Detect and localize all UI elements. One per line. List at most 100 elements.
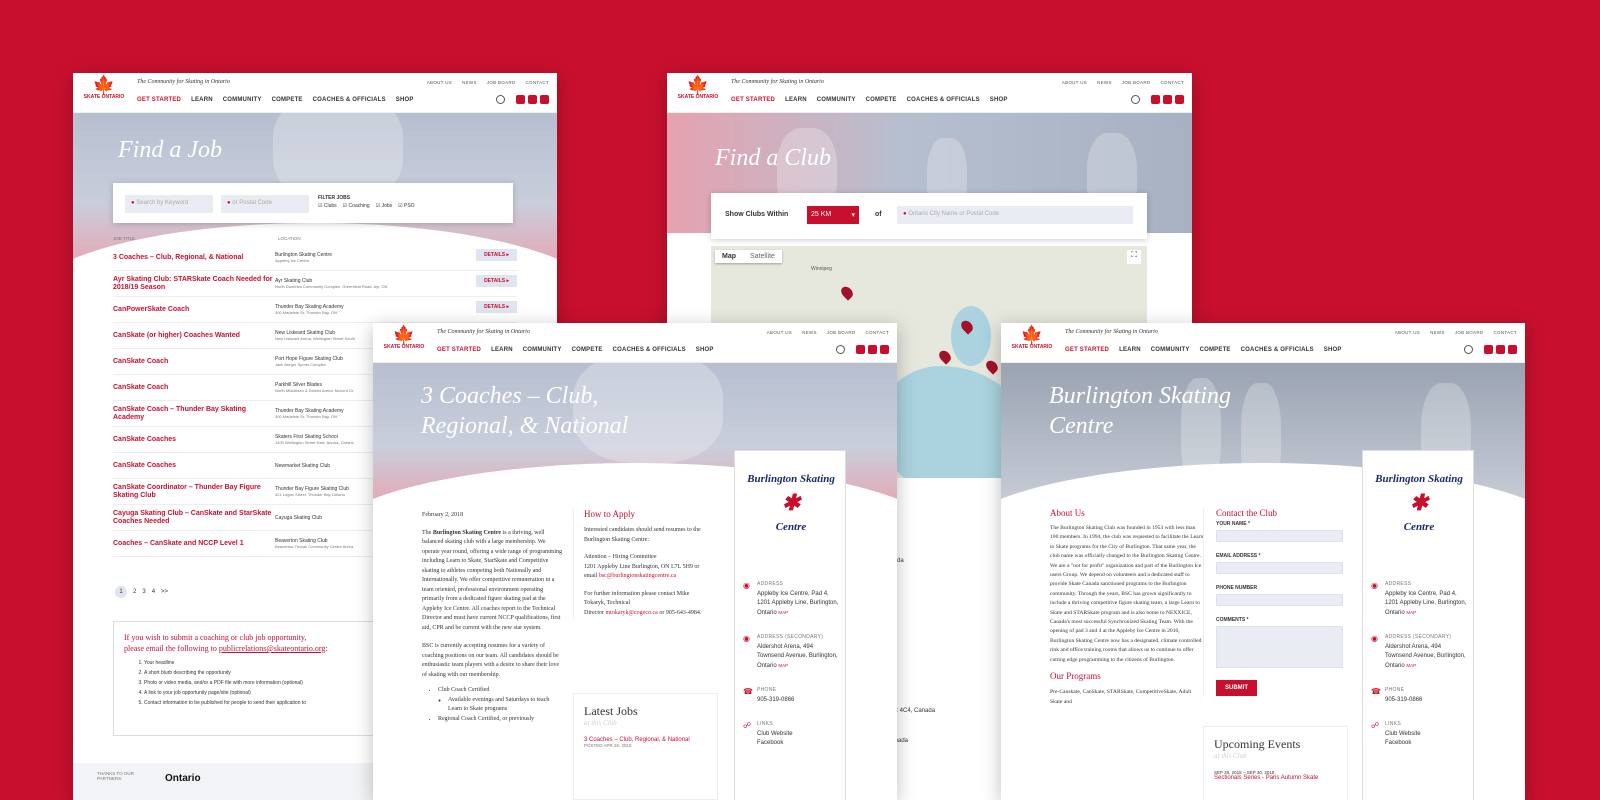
page-next[interactable]: >> (161, 589, 168, 595)
nav-community[interactable]: COMMUNITY (1151, 347, 1190, 353)
map-link[interactable]: MAP (1406, 610, 1416, 615)
skate-ontario-logo[interactable]: 🍁 SKATE ONTARIO (677, 76, 719, 110)
page-4[interactable]: 4 (152, 589, 155, 595)
util-news[interactable]: NEWS (462, 80, 477, 85)
map-pin[interactable] (983, 358, 1001, 375)
details-button[interactable]: DETAILS ▸ (476, 249, 517, 261)
location-input[interactable]: ● Ontario City Name or Postal Code (897, 206, 1133, 224)
nav-compete[interactable]: COMPETE (1200, 347, 1231, 353)
nav-shop[interactable]: SHOP (1324, 347, 1342, 353)
submit-email-link[interactable]: publicrelations@skateontario.org (219, 644, 326, 653)
facebook-icon[interactable] (1151, 95, 1160, 104)
name-input[interactable] (1216, 530, 1343, 542)
map-tab[interactable]: Map (715, 250, 743, 263)
skate-ontario-logo[interactable]: 🍁 SKATE ONTARIO (383, 326, 425, 360)
apply-email-link[interactable]: bsc@burlingtonskatingcentre.ca (599, 573, 676, 579)
filter-clubs[interactable]: ☑ Clubs (318, 203, 337, 209)
util-contact[interactable]: CONTACT (1160, 80, 1184, 85)
nav-community[interactable]: COMMUNITY (223, 97, 262, 103)
map-pin[interactable] (936, 348, 954, 365)
nav-coaches[interactable]: COACHES & OFFICIALS (313, 97, 386, 103)
page-3[interactable]: 3 (142, 589, 145, 595)
nav-compete[interactable]: COMPETE (572, 347, 603, 353)
nav-learn[interactable]: LEARN (1119, 347, 1141, 353)
details-button[interactable]: DETAILS ▸ (476, 275, 517, 287)
nav-get-started[interactable]: GET STARTED (137, 97, 181, 103)
club-logo[interactable]: Burlington Skating ✱ Centre (1371, 457, 1467, 557)
util-about[interactable]: ABOUT US (767, 330, 792, 335)
distance-select[interactable]: 25 KM ▾ (807, 206, 859, 224)
skate-ontario-logo[interactable]: 🍁 SKATE ONTARIO (1011, 326, 1053, 360)
util-news[interactable]: NEWS (1097, 80, 1112, 85)
director-email-link[interactable]: mtokaryk@cogeco.ca (606, 610, 658, 616)
util-news[interactable]: NEWS (1430, 330, 1445, 335)
submit-button[interactable]: SUBMIT (1216, 680, 1257, 696)
nav-get-started[interactable]: GET STARTED (731, 97, 775, 103)
util-job-board[interactable]: JOB BOARD (1455, 330, 1484, 335)
club-website-link[interactable]: Club Website (1385, 730, 1467, 739)
nav-get-started[interactable]: GET STARTED (1065, 347, 1109, 353)
page-1[interactable]: 1 (115, 586, 127, 598)
nav-shop[interactable]: SHOP (696, 347, 714, 353)
nav-community[interactable]: COMMUNITY (817, 97, 856, 103)
nav-coaches[interactable]: COACHES & OFFICIALS (1241, 347, 1314, 353)
nav-learn[interactable]: LEARN (491, 347, 513, 353)
twitter-icon[interactable] (880, 345, 889, 354)
facebook-link[interactable]: Facebook (1385, 739, 1467, 748)
map-pin[interactable] (838, 284, 856, 301)
search-icon[interactable] (836, 345, 845, 354)
nav-community[interactable]: COMMUNITY (523, 347, 562, 353)
util-job-board[interactable]: JOB BOARD (1122, 80, 1151, 85)
event-link[interactable]: Sectionals Series - Paris Autumn Skate (1214, 775, 1337, 781)
nav-compete[interactable]: COMPETE (866, 97, 897, 103)
instagram-icon[interactable] (1496, 345, 1505, 354)
util-contact[interactable]: CONTACT (865, 330, 889, 335)
phone-number[interactable]: 905-319-0866 (1385, 696, 1467, 705)
email-input[interactable] (1216, 562, 1343, 574)
nav-coaches[interactable]: COACHES & OFFICIALS (613, 347, 686, 353)
club-logo[interactable]: Burlington Skating ✱ Centre (743, 457, 839, 557)
phone-number[interactable]: 905-319-0866 (757, 696, 839, 705)
fullscreen-icon[interactable]: ⛶ (1127, 250, 1141, 264)
filter-jobs[interactable]: ☑ Jobs (376, 203, 392, 209)
job-row[interactable]: Ayr Skating Club: STARSkate Coach Needed… (113, 271, 517, 297)
search-icon[interactable] (1464, 345, 1473, 354)
nav-learn[interactable]: LEARN (785, 97, 807, 103)
facebook-icon[interactable] (856, 345, 865, 354)
facebook-icon[interactable] (1484, 345, 1493, 354)
nav-learn[interactable]: LEARN (191, 97, 213, 103)
satellite-tab[interactable]: Satellite (743, 250, 782, 263)
instagram-icon[interactable] (1163, 95, 1172, 104)
club-website-link[interactable]: Club Website (757, 730, 839, 739)
postal-input[interactable]: ● or Postal Code (221, 195, 309, 213)
phone-input[interactable] (1216, 594, 1343, 606)
map-link[interactable]: MAP (778, 610, 788, 615)
comments-textarea[interactable] (1216, 626, 1343, 668)
search-icon[interactable] (1131, 95, 1140, 104)
filter-pso[interactable]: ☑ PSO (398, 203, 414, 209)
map-link[interactable]: MAP (1406, 663, 1416, 668)
job-row[interactable]: 3 Coaches – Club, Regional, & National Bu… (113, 245, 517, 271)
skate-ontario-logo[interactable]: 🍁 SKATE ONTARIO (83, 76, 125, 110)
job-row[interactable]: CanPowerSkate Coach Thunder Bay Skating A… (113, 297, 517, 323)
util-about[interactable]: ABOUT US (1395, 330, 1420, 335)
util-news[interactable]: NEWS (802, 330, 817, 335)
filter-coaching[interactable]: ☑ Coaching (343, 203, 370, 209)
twitter-icon[interactable] (540, 95, 549, 104)
util-about[interactable]: ABOUT US (427, 80, 452, 85)
nav-shop[interactable]: SHOP (990, 97, 1008, 103)
nav-shop[interactable]: SHOP (396, 97, 414, 103)
instagram-icon[interactable] (528, 95, 537, 104)
nav-coaches[interactable]: COACHES & OFFICIALS (907, 97, 980, 103)
util-contact[interactable]: CONTACT (525, 80, 549, 85)
util-about[interactable]: ABOUT US (1062, 80, 1087, 85)
twitter-icon[interactable] (1175, 95, 1184, 104)
map-link[interactable]: MAP (778, 663, 788, 668)
search-icon[interactable] (496, 95, 505, 104)
keyword-input[interactable]: ● Search by Keyword (125, 195, 213, 213)
details-button[interactable]: DETAILS ▸ (476, 301, 517, 313)
page-2[interactable]: 2 (133, 589, 136, 595)
util-job-board[interactable]: JOB BOARD (487, 80, 516, 85)
nav-compete[interactable]: COMPETE (272, 97, 303, 103)
facebook-icon[interactable] (516, 95, 525, 104)
